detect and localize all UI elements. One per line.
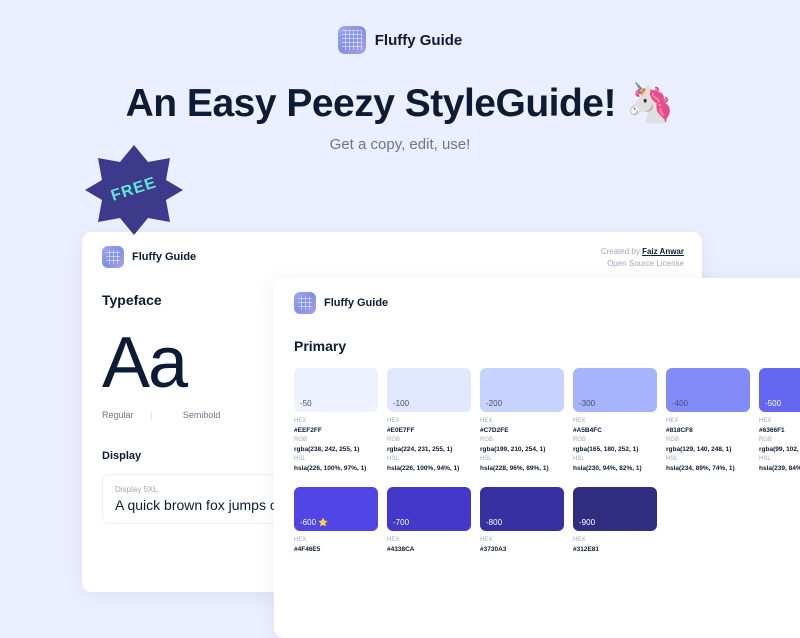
primary-colors-card: Fluffy Guide CO Primary -50 HEX#EEF2FF R… xyxy=(274,278,800,638)
swatch-info: HEX#312E81 xyxy=(573,536,657,555)
swatch-info: HEX#E0E7FF RGBrgba(224, 231, 255, 1)HSLh… xyxy=(387,417,471,473)
card-header: Fluffy Guide xyxy=(294,292,800,314)
swatch-info: HEX#4F46E5 xyxy=(294,536,378,555)
color-swatch: -600 ⭐ HEX#4F46E5 xyxy=(294,487,378,555)
swatch-info: HEX#EEF2FF RGBrgba(238, 242, 255, 1)HSLh… xyxy=(294,417,378,473)
card-brand: Fluffy Guide xyxy=(324,297,388,309)
swatch-chip: -100 xyxy=(387,368,471,412)
color-swatch: -900 HEX#312E81 xyxy=(573,487,657,555)
header: Fluffy Guide xyxy=(0,0,800,54)
swatch-info: HEX#A5B4FC RGBrgba(165, 180, 252, 1)HSLh… xyxy=(573,417,657,473)
swatch-chip: -600 ⭐ xyxy=(294,487,378,531)
logo-icon xyxy=(338,26,366,54)
color-swatch: -400 HEX#818CF8 RGBrgba(129, 140, 248, 1… xyxy=(666,368,750,473)
swatch-info: HEX#818CF8 RGBrgba(129, 140, 248, 1)HSLh… xyxy=(666,417,750,473)
logo-icon xyxy=(294,292,316,314)
color-swatch: -300 HEX#A5B4FC RGBrgba(165, 180, 252, 1… xyxy=(573,368,657,473)
author-link[interactable]: Faiz Anwar xyxy=(642,247,684,256)
swatch-chip: -50 xyxy=(294,368,378,412)
swatch-chip: -500 xyxy=(759,368,800,412)
color-swatch: -500 HEX#6366F1 RGBrgba(99, 102, 241, 1)… xyxy=(759,368,800,473)
brand-name: Fluffy Guide xyxy=(375,32,463,49)
color-swatch: -50 HEX#EEF2FF RGBrgba(238, 242, 255, 1)… xyxy=(294,368,378,473)
card-meta: Created by Faiz Anwar Open Source Licens… xyxy=(601,246,684,270)
logo-icon xyxy=(102,246,124,268)
color-swatch: -200 HEX#C7D2FE RGBrgba(199, 210, 254, 1… xyxy=(480,368,564,473)
swatch-chip: -200 xyxy=(480,368,564,412)
card-header: Fluffy Guide xyxy=(102,246,682,268)
swatch-row-2: -600 ⭐ HEX#4F46E5 -700 HEX#4338CA -800 H… xyxy=(294,487,800,555)
section-primary: Primary xyxy=(294,338,800,354)
swatch-info: HEX#6366F1 RGBrgba(99, 102, 241, 1)HSLhs… xyxy=(759,417,800,473)
swatch-chip: -700 xyxy=(387,487,471,531)
color-swatch: -100 HEX#E0E7FF RGBrgba(224, 231, 255, 1… xyxy=(387,368,471,473)
swatch-chip: -400 xyxy=(666,368,750,412)
swatch-row-1: -50 HEX#EEF2FF RGBrgba(238, 242, 255, 1)… xyxy=(294,368,800,473)
card-brand: Fluffy Guide xyxy=(132,251,196,263)
swatch-info: HEX#4338CA xyxy=(387,536,471,555)
color-swatch: -800 HEX#3730A3 xyxy=(480,487,564,555)
swatch-info: HEX#3730A3 xyxy=(480,536,564,555)
hero-title: An Easy Peezy StyleGuide! 🦄 xyxy=(0,80,800,126)
swatch-chip: -900 xyxy=(573,487,657,531)
swatch-info: HEX#C7D2FE RGBrgba(199, 210, 254, 1)HSLh… xyxy=(480,417,564,473)
color-swatch: -700 HEX#4338CA xyxy=(387,487,471,555)
swatch-chip: -300 xyxy=(573,368,657,412)
free-badge: FREE xyxy=(84,140,184,240)
swatch-chip: -800 xyxy=(480,487,564,531)
